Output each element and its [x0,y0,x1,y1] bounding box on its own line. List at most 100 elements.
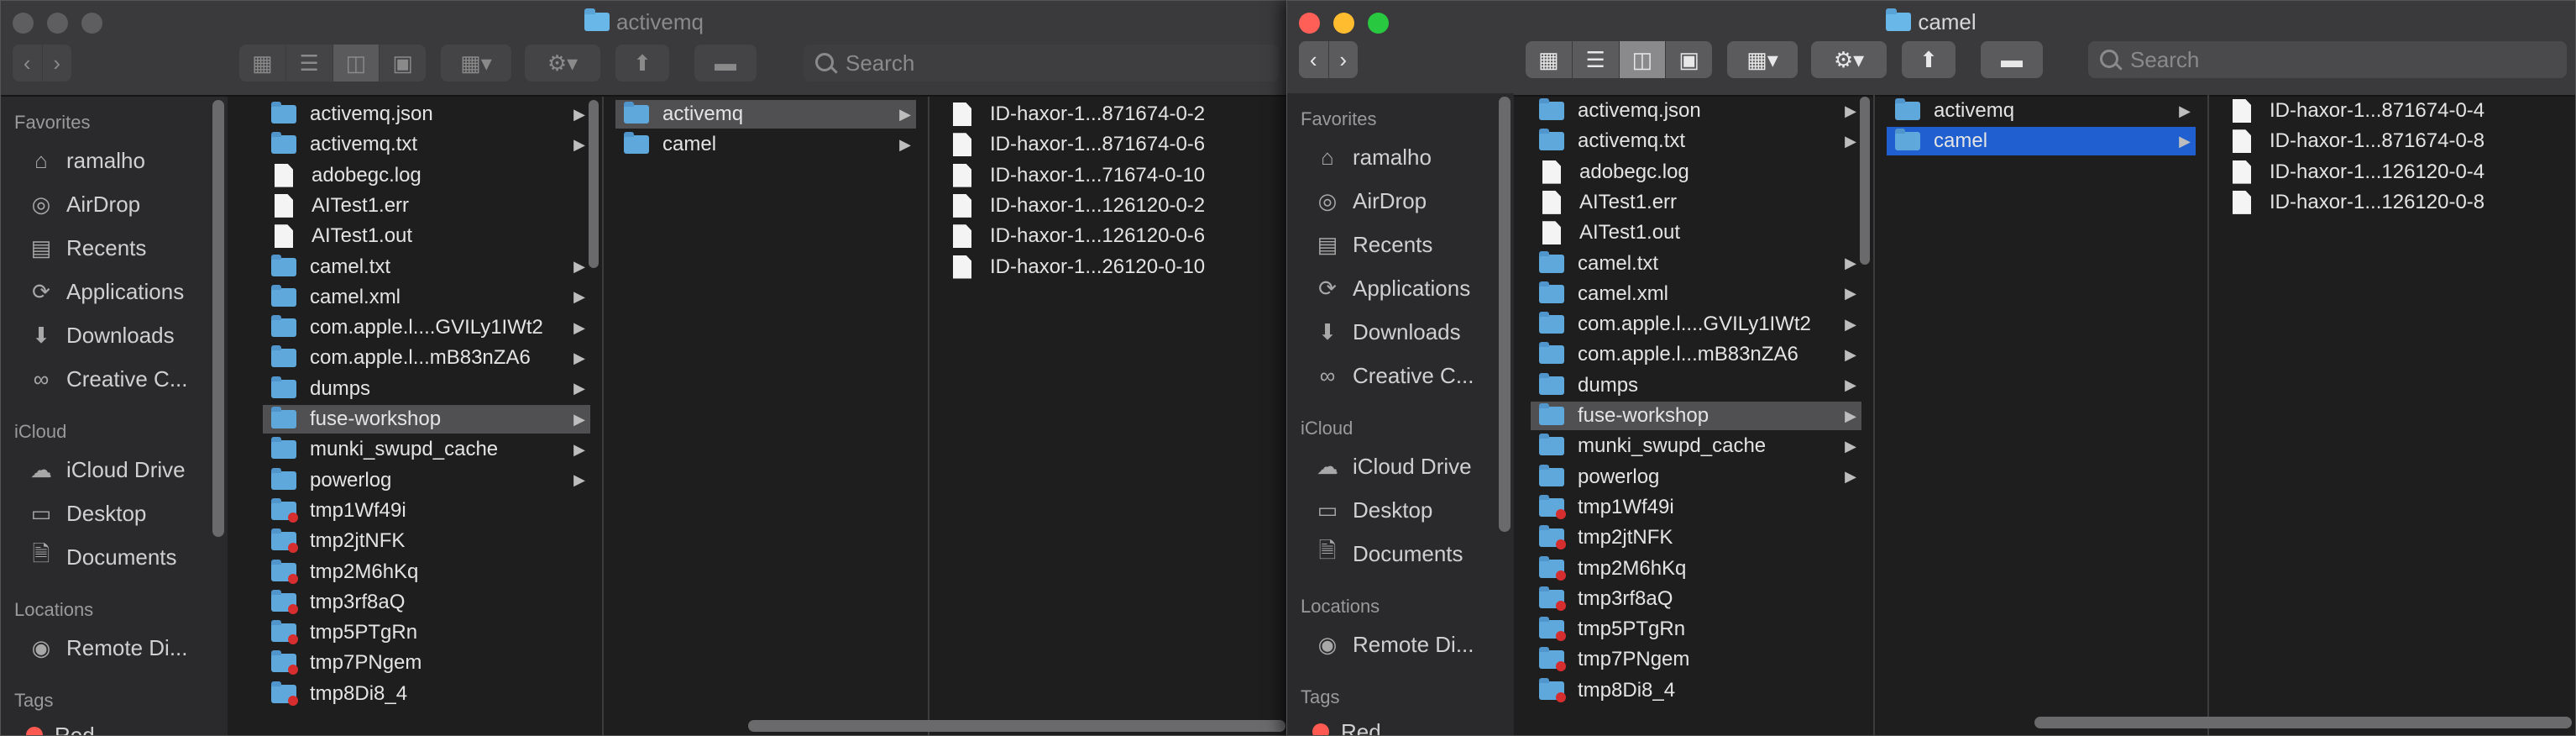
file-row[interactable]: tmp8Di8_4 [1531,676,1861,705]
file-row[interactable]: AITest1.err [263,192,590,220]
file-row[interactable]: activemq ▶ [1887,97,2196,125]
sidebar-item-recents[interactable]: ▤ Recents [1312,229,1433,260]
sidebar-item-applications[interactable]: ⟳ Applications [26,276,184,307]
sidebar-item-home[interactable]: ⌂ ramalho [1312,142,1432,172]
file-row[interactable]: adobegc.log [263,161,590,190]
file-row[interactable]: tmp1Wf49i [263,497,590,525]
file-row[interactable]: tmp2jtNFK [263,527,590,555]
forward-button[interactable]: › [1329,41,1359,78]
file-row[interactable]: ID-haxor-1...126120-0-8 [2221,188,2565,217]
file-row[interactable]: camel.txt ▶ [263,253,590,281]
sidebar-item-recents[interactable]: ▤ Recents [26,233,147,263]
gallery-view-button[interactable]: ▣ [380,45,426,81]
file-row[interactable]: com.apple.l...mB83nZA6 ▶ [1531,340,1861,369]
sidebar-item-applications[interactable]: ⟳ Applications [1312,273,1470,303]
sidebar-item-downloads[interactable]: ⬇ Downloads [1312,317,1461,347]
file-row[interactable]: fuse-workshop ▶ [1531,402,1861,430]
file-row[interactable]: activemq.txt ▶ [1531,127,1861,155]
sidebar-item-desktop[interactable]: ▭ Desktop [1312,495,1433,525]
file-row[interactable]: tmp5PTgRn [263,618,590,647]
action-button[interactable]: ⚙▾ [525,45,600,81]
file-row[interactable]: adobegc.log [1531,158,1861,187]
file-row[interactable]: com.apple.l....GVILy1IWt2 ▶ [263,313,590,342]
file-row[interactable]: ID-haxor-1...71674-0-10 [941,161,1277,190]
file-row[interactable]: ID-haxor-1...871674-0-6 [941,130,1277,159]
back-button[interactable]: ‹ [1299,41,1329,78]
file-row[interactable]: fuse-workshop ▶ [263,405,590,434]
action-button[interactable]: ⚙▾ [1811,41,1887,78]
share-button[interactable]: ⬆ [1902,41,1956,78]
file-row[interactable]: powerlog ▶ [1531,463,1861,492]
file-row[interactable]: ID-haxor-1...126120-0-4 [2221,158,2565,187]
file-row[interactable]: tmp7PNgem [263,649,590,677]
file-row[interactable]: activemq.txt ▶ [263,130,590,159]
sidebar-item-documents[interactable]: 🗎 Documents [1312,538,1463,569]
file-row[interactable]: ID-haxor-1...126120-0-2 [941,192,1277,220]
group-button[interactable]: ▦▾ [1727,41,1798,78]
file-row[interactable]: dumps ▶ [1531,371,1861,400]
file-row[interactable]: com.apple.l...mB83nZA6 ▶ [263,344,590,372]
sidebar-scrollbar[interactable] [1499,97,1511,532]
sidebar-item-downloads[interactable]: ⬇ Downloads [26,320,175,350]
file-row[interactable]: tmp1Wf49i [1531,493,1861,522]
sidebar-item-remote-disc[interactable]: ◉ Remote Di... [1312,629,1474,660]
file-row[interactable]: tmp2jtNFK [1531,523,1861,552]
file-row[interactable]: tmp2M6hKq [1531,555,1861,583]
file-row[interactable]: camel.xml ▶ [1531,280,1861,308]
file-row[interactable]: ID-haxor-1...871674-0-2 [941,100,1277,129]
file-row[interactable]: camel ▶ [1887,127,2196,156]
file-row[interactable]: tmp8Di8_4 [263,680,590,708]
file-row[interactable]: munki_swupd_cache ▶ [263,435,590,464]
file-row[interactable]: activemq.json ▶ [1531,97,1861,125]
file-row[interactable]: ID-haxor-1...871674-0-4 [2221,97,2565,125]
sidebar-item-icloud-drive[interactable]: ☁ iCloud Drive [26,455,186,485]
icon-view-button[interactable]: ▦ [1526,41,1573,78]
file-row[interactable]: ID-haxor-1...126120-0-6 [941,222,1277,250]
file-row[interactable]: ID-haxor-1...26120-0-10 [941,253,1277,281]
forward-button[interactable]: › [43,45,72,81]
group-button[interactable]: ▦▾ [441,45,511,81]
file-row[interactable]: activemq ▶ [615,100,916,129]
sidebar-item-remote-disc[interactable]: ◉ Remote Di... [26,633,188,663]
column-view-button[interactable]: ◫ [332,45,380,81]
file-row[interactable]: com.apple.l....GVILy1IWt2 ▶ [1531,310,1861,339]
sidebar-item-home[interactable]: ⌂ ramalho [26,145,145,176]
list-view-button[interactable]: ☰ [286,45,333,81]
file-row[interactable]: tmp5PTgRn [1531,615,1861,644]
file-row[interactable]: powerlog ▶ [263,466,590,495]
file-row[interactable]: tmp3rf8aQ [1531,585,1861,613]
back-button[interactable]: ‹ [13,45,43,81]
search-field[interactable]: Search [804,45,1279,81]
file-row[interactable]: camel ▶ [615,130,916,159]
file-row[interactable]: munki_swupd_cache ▶ [1531,432,1861,460]
share-button[interactable]: ⬆ [615,45,669,81]
file-row[interactable]: AITest1.out [263,222,590,250]
file-row[interactable]: dumps ▶ [263,375,590,403]
sidebar-item-desktop[interactable]: ▭ Desktop [26,498,147,528]
sidebar-item-icloud-drive[interactable]: ☁ iCloud Drive [1312,451,1472,481]
sidebar-item-creative-cloud[interactable]: ∞ Creative C... [26,364,188,394]
file-row[interactable]: AITest1.err [1531,188,1861,217]
sidebar-scrollbar[interactable] [212,100,224,537]
horizontal-scrollbar[interactable] [2034,717,2572,728]
file-row[interactable]: ID-haxor-1...871674-0-8 [2221,127,2565,155]
sidebar-item-tag-red[interactable]: Red [1312,717,1381,735]
sidebar-item-airdrop[interactable]: ◎ AirDrop [26,189,140,219]
sidebar-item-airdrop[interactable]: ◎ AirDrop [1312,186,1427,216]
tag-button[interactable]: ▬ [1981,41,2043,78]
search-field[interactable]: Search [2088,41,2567,78]
file-row[interactable]: tmp3rf8aQ [263,588,590,617]
file-row[interactable]: camel.xml ▶ [263,283,590,312]
sidebar-item-tag-red[interactable]: Red [26,720,95,735]
tag-button[interactable]: ▬ [694,45,757,81]
file-row[interactable]: AITest1.out [1531,218,1861,247]
sidebar-item-documents[interactable]: 🗎 Documents [26,541,177,572]
file-row[interactable]: tmp2M6hKq [263,558,590,586]
list-view-button[interactable]: ☰ [1573,41,1620,78]
horizontal-scrollbar[interactable] [748,720,1285,732]
gallery-view-button[interactable]: ▣ [1666,41,1712,78]
file-row[interactable]: activemq.json ▶ [263,100,590,129]
file-row[interactable]: tmp7PNgem [1531,645,1861,674]
sidebar-item-creative-cloud[interactable]: ∞ Creative C... [1312,360,1474,391]
column-view-button[interactable]: ◫ [1619,41,1667,78]
